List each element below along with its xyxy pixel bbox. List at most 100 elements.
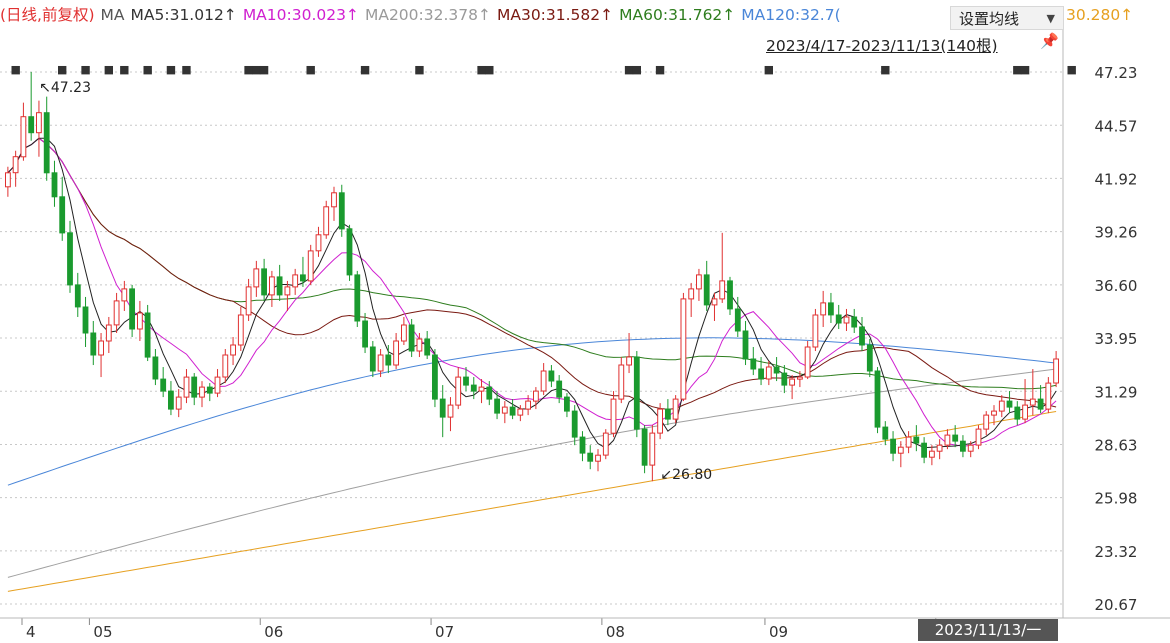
y-tick-label: 41.92 xyxy=(1095,170,1138,188)
candle-body xyxy=(199,386,205,398)
candle-body xyxy=(859,326,865,346)
candle-body xyxy=(261,268,268,296)
ma250-line xyxy=(7,411,1057,592)
candle-body xyxy=(556,380,563,398)
set-ma-label: 设置均线 xyxy=(959,10,1020,28)
candle-body xyxy=(144,312,151,358)
candle-body xyxy=(781,372,788,386)
legend-ma10: MA10:30.023↑ xyxy=(242,6,359,24)
event-marker: ■ xyxy=(80,63,90,76)
candle-body xyxy=(5,172,11,188)
candle-body xyxy=(369,346,376,372)
y-tick-label: 31.29 xyxy=(1095,383,1138,401)
candle-body xyxy=(843,316,850,324)
legend-ma: MA xyxy=(100,6,125,24)
candle-body xyxy=(43,112,50,174)
candle-body xyxy=(509,406,516,416)
candle-body xyxy=(828,302,834,316)
candle-body xyxy=(540,370,547,392)
candle-body xyxy=(905,436,912,448)
y-tick-label: 36.60 xyxy=(1095,277,1138,295)
candle-body xyxy=(804,346,811,378)
ma10-line xyxy=(7,137,1057,447)
y-tick-label: 44.57 xyxy=(1095,117,1138,135)
candle-body xyxy=(602,432,609,456)
candle-body xyxy=(486,386,493,400)
candle-body xyxy=(463,376,469,386)
legend-ma120: MA120:32.7( xyxy=(741,6,841,24)
date-range-label[interactable]: 2023/4/17-2023/11/13(140根) xyxy=(766,34,998,56)
candle-body xyxy=(882,426,889,440)
candle-body xyxy=(719,280,726,300)
candle-body xyxy=(913,436,920,444)
event-markers: ■ ■ ■ ■ ■ ■ ■ ■ ■■■ ■ ■ ■ ■■ ■■ ■ ■ ■ ■■ ■ xyxy=(10,63,1076,76)
candle-body xyxy=(300,274,306,282)
candle-body xyxy=(222,354,229,378)
candle-body xyxy=(447,404,454,418)
candle-body xyxy=(284,286,291,296)
candle-body xyxy=(90,332,97,356)
y-tick-label: 28.63 xyxy=(1095,437,1138,455)
legend-period: (日线,前复权) xyxy=(0,6,95,24)
candle-body xyxy=(610,398,617,434)
candle-body xyxy=(1029,398,1036,406)
candle-body xyxy=(82,306,89,334)
event-marker: ■ xyxy=(57,63,67,76)
candle-body xyxy=(874,370,881,428)
candle-body xyxy=(113,300,120,326)
candle-body xyxy=(307,250,314,282)
candle-body xyxy=(835,314,842,324)
candle-body xyxy=(439,398,446,418)
candle-body xyxy=(696,274,702,290)
candle-body xyxy=(967,444,974,452)
candle-body xyxy=(1022,404,1029,420)
event-marker: ■ xyxy=(1020,63,1030,76)
candle-body xyxy=(649,432,656,466)
candle-body xyxy=(105,324,112,342)
candle-body xyxy=(975,428,982,446)
candle-body xyxy=(929,450,935,458)
pin-icon[interactable]: 📌 xyxy=(1040,32,1059,50)
candle-body xyxy=(991,410,997,416)
dropdown-triangle-icon: ▼ xyxy=(1046,12,1055,25)
candle-body xyxy=(789,378,796,386)
event-marker: ■ xyxy=(10,63,20,76)
candle-body xyxy=(890,438,897,454)
ma60-line xyxy=(7,137,1057,390)
candle-body xyxy=(331,192,337,208)
candle-body xyxy=(393,340,400,366)
legend-ma60: MA60:31.762↑ xyxy=(619,6,736,24)
candle-body xyxy=(680,298,687,400)
legend-ma5: MA5:31.012↑ xyxy=(130,6,237,24)
candle-body xyxy=(960,440,966,452)
candle-body xyxy=(1014,406,1021,420)
candle-body xyxy=(688,288,695,300)
candle-body xyxy=(315,234,322,252)
candle-body xyxy=(820,302,827,316)
candle-body xyxy=(657,408,664,434)
event-marker: ■ xyxy=(880,63,890,76)
candle-body xyxy=(548,370,555,382)
set-ma-button[interactable]: 设置均线 ▼ xyxy=(950,6,1064,30)
candle-body xyxy=(385,354,392,366)
candle-body xyxy=(377,354,384,372)
event-marker: ■ xyxy=(414,63,424,76)
candle-body xyxy=(276,276,283,296)
candle-body xyxy=(28,116,35,134)
candle-body xyxy=(191,376,198,398)
x-axis-labels: 4050607080910 xyxy=(26,623,959,641)
legend-ma200: MA200:32.378↑ xyxy=(364,6,491,24)
candlestick-chart[interactable]: ■ ■ ■ ■ ■ ■ ■ ■ ■■■ ■ ■ ■ ■■ ■■ ■ ■ ■ ■■ ■ ↖47.23↙26.80 47… xyxy=(0,0,1170,643)
y-tick-label: 25.98 xyxy=(1095,490,1138,508)
candle-body xyxy=(245,286,252,316)
grid-lines xyxy=(0,71,1063,605)
candle-body xyxy=(346,228,353,276)
candle-body xyxy=(424,338,431,356)
candle-body xyxy=(214,376,221,394)
candle-body xyxy=(230,344,236,356)
event-marker: ■ xyxy=(259,63,269,76)
y-tick-label: 33.95 xyxy=(1095,330,1138,348)
candle-body xyxy=(665,408,671,420)
candle-body xyxy=(160,378,167,392)
candle-body xyxy=(494,398,501,414)
